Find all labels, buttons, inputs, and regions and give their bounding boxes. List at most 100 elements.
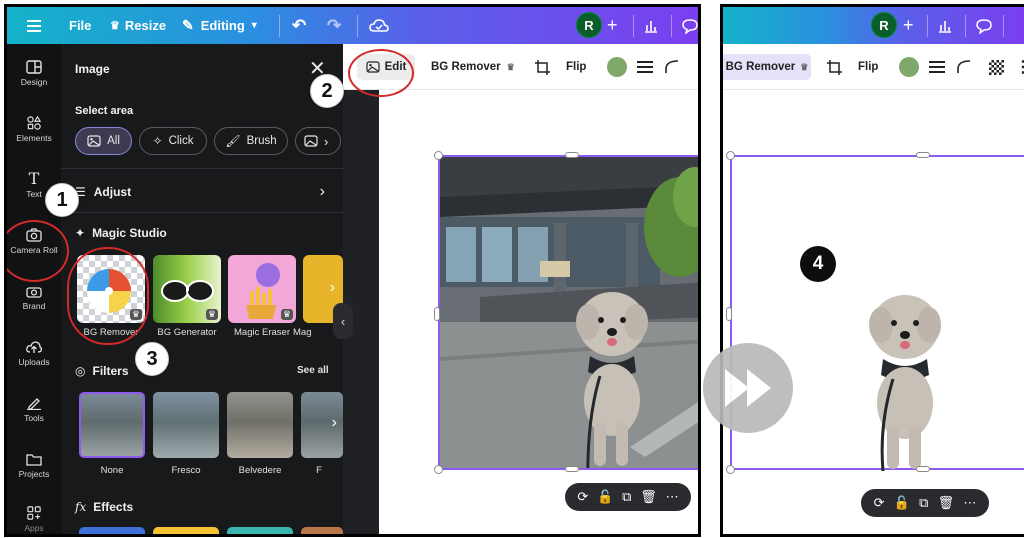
rail-item-elements[interactable]: Elements: [7, 116, 61, 143]
divider: [633, 15, 634, 37]
duplicate-icon[interactable]: ⧉: [919, 495, 928, 511]
resize-handle[interactable]: [726, 307, 732, 321]
divider: [671, 15, 672, 37]
image-icon: [87, 135, 101, 147]
select-click-label: Click: [168, 135, 194, 147]
cloud-save-icon[interactable]: [369, 7, 389, 44]
resize-handle[interactable]: [916, 466, 930, 472]
select-click-button[interactable]: ✧ Click: [139, 127, 207, 155]
effect-tile[interactable]: [79, 527, 145, 534]
more-options-icon[interactable]: ⋮: [695, 44, 698, 90]
rail-item-apps[interactable]: Apps: [7, 506, 61, 533]
redo-icon[interactable]: ↷: [327, 7, 341, 44]
filter-none-tile[interactable]: [79, 392, 145, 458]
magic-eraser-tile[interactable]: ♛: [228, 255, 296, 323]
comment-icon[interactable]: [681, 7, 698, 44]
lock-icon[interactable]: 🔓: [894, 495, 910, 511]
resize-handle[interactable]: [726, 151, 735, 160]
selected-photo[interactable]: [438, 155, 698, 470]
trash-icon[interactable]: 🗑: [640, 489, 657, 505]
lock-icon[interactable]: 🔓: [597, 489, 613, 505]
filters-heading: ◎ Filters: [75, 364, 129, 378]
border-style-icon[interactable]: [929, 44, 945, 90]
duplicate-icon[interactable]: ⧉: [622, 489, 631, 505]
element-quick-actions: ⟳ 🔓 ⧉ 🗑 ⋯: [861, 489, 989, 517]
pen-icon: [27, 398, 41, 410]
resize-handle[interactable]: [726, 465, 735, 474]
sparkle-icon: ✦: [75, 226, 86, 240]
transparency-icon[interactable]: [989, 44, 1004, 90]
undo-icon[interactable]: ↶: [292, 7, 306, 44]
editing-mode-dropdown[interactable]: ✎ Editing ▾: [182, 7, 257, 44]
rail-item-design[interactable]: Design: [7, 60, 61, 87]
corner-rounding-icon[interactable]: [665, 44, 679, 90]
more-horizontal-icon[interactable]: ⋯: [963, 495, 976, 511]
pencil-icon: ✎: [182, 17, 194, 33]
layout-icon: [26, 60, 42, 74]
bg-remover-button[interactable]: BG Remover ♛: [431, 44, 515, 90]
more-horizontal-icon[interactable]: ⋯: [666, 489, 679, 505]
rotate-icon[interactable]: ⟳: [874, 495, 885, 511]
rail-item-brand[interactable]: Brand: [7, 284, 61, 311]
folder-icon: [26, 454, 42, 466]
filter-fresco-tile[interactable]: [153, 392, 219, 458]
see-all-link[interactable]: See all: [297, 365, 329, 376]
adjust-row[interactable]: ☰ Adjust ›: [75, 182, 333, 202]
resize-label: Resize: [124, 18, 167, 33]
avatar[interactable]: R: [576, 12, 602, 38]
flip-button[interactable]: Flip: [566, 44, 586, 90]
add-icon[interactable]: +: [607, 7, 618, 44]
resize-handle[interactable]: [434, 151, 443, 160]
filter-more-tile[interactable]: ›: [301, 392, 343, 458]
resize-handle[interactable]: [565, 152, 579, 158]
chevron-right-icon: ›: [319, 183, 325, 200]
collapse-panel-button[interactable]: ‹: [333, 303, 353, 339]
add-icon[interactable]: +: [903, 7, 914, 44]
resize-handle[interactable]: [434, 307, 440, 321]
resize-handle[interactable]: [434, 465, 443, 474]
menu-icon[interactable]: [27, 7, 41, 44]
rail-item-projects[interactable]: Projects: [7, 452, 61, 479]
text-icon: T: [28, 169, 40, 188]
comment-icon[interactable]: [975, 7, 993, 44]
more-options-icon[interactable]: ⋮: [1015, 44, 1024, 90]
trash-icon[interactable]: 🗑: [938, 495, 955, 511]
avatar[interactable]: R: [871, 12, 897, 38]
resize-button[interactable]: ♛ Resize: [110, 7, 166, 44]
effect-tile[interactable]: [153, 527, 219, 534]
select-brush-button[interactable]: 🖌 Brush: [214, 127, 288, 155]
select-more-button[interactable]: ›: [295, 127, 341, 155]
bg-generator-tile[interactable]: ♛: [153, 255, 221, 323]
analytics-icon[interactable]: [643, 7, 659, 44]
color-swatch[interactable]: [607, 44, 627, 90]
select-all-label: All: [107, 135, 120, 147]
bg-remover-button-active[interactable]: BG Remover ♛: [723, 54, 811, 80]
top-toolbar: R +: [723, 7, 1024, 44]
corner-rounding-icon[interactable]: [957, 44, 971, 90]
resize-handle[interactable]: [916, 152, 930, 158]
analytics-icon[interactable]: [937, 7, 953, 44]
chevron-right-icon: ›: [324, 133, 329, 149]
border-style-icon[interactable]: [637, 44, 653, 90]
rail-item-uploads[interactable]: Uploads: [7, 340, 61, 367]
checker: [989, 59, 1004, 75]
file-menu[interactable]: File: [69, 7, 91, 44]
color-swatch[interactable]: [899, 44, 919, 90]
filter-belvedere-tile[interactable]: [227, 392, 293, 458]
effect-tile[interactable]: [227, 527, 293, 534]
effect-tile[interactable]: [301, 527, 343, 534]
crop-icon[interactable]: [827, 44, 842, 90]
right-screenshot: R + BG Remover ♛ Flip ⟳ 🔓 ⧉ 🗑 ⋯: [720, 4, 1024, 537]
brush-icon: 🖌: [225, 134, 241, 148]
effects-heading: fx Effects: [75, 500, 133, 514]
flip-button[interactable]: Flip: [858, 44, 878, 90]
rail-item-tools[interactable]: Tools: [7, 396, 61, 423]
chevron-right-icon: ›: [329, 279, 335, 296]
rail-label: Design: [20, 77, 48, 87]
rotate-icon[interactable]: ⟳: [577, 489, 588, 505]
bg-remover-label: BG Remover: [725, 61, 796, 73]
select-all-button[interactable]: All: [75, 127, 132, 155]
resize-handle[interactable]: [565, 466, 579, 472]
rail-label: Elements: [16, 133, 52, 143]
crop-icon[interactable]: [535, 44, 550, 90]
